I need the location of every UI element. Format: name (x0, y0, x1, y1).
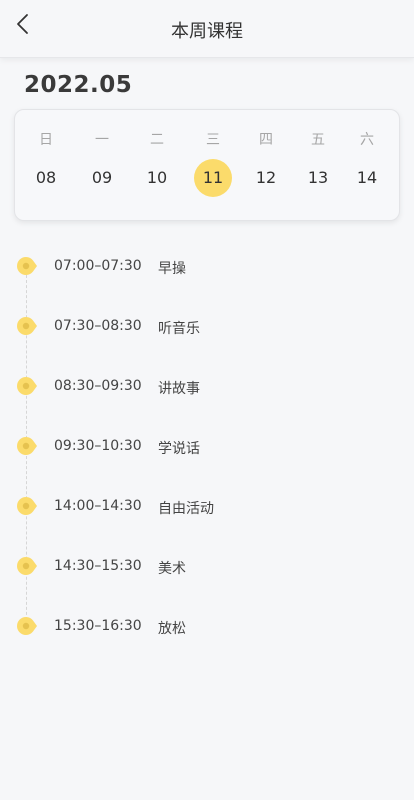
calendar-day-tue[interactable]: 二 10 (132, 110, 182, 220)
schedule-name: 放松 (158, 621, 186, 637)
location-pin-icon (17, 317, 37, 335)
schedule-item[interactable]: 14:00–14:30 自由活动 (0, 491, 414, 521)
date-label: 10 (146, 168, 168, 187)
date-label: 09 (91, 168, 113, 187)
schedule-item[interactable]: 09:30–10:30 学说话 (0, 431, 414, 461)
weekday-label: 三 (206, 132, 220, 148)
schedule-item[interactable]: 14:30–15:30 美术 (0, 551, 414, 581)
location-pin-icon (17, 437, 37, 455)
schedule-name: 早操 (158, 261, 186, 277)
schedule-name: 美术 (158, 561, 186, 577)
nav-bar: 本周课程 (0, 0, 414, 58)
calendar-day-sun[interactable]: 日 08 (21, 110, 71, 220)
calendar-day-sat[interactable]: 六 14 (342, 110, 392, 220)
location-pin-icon (17, 377, 37, 395)
schedule-time: 07:00–07:30 (54, 258, 142, 274)
schedule-item[interactable]: 08:30–09:30 讲故事 (0, 371, 414, 401)
location-pin-icon (17, 257, 37, 275)
schedule-name: 自由活动 (158, 501, 214, 517)
calendar-day-thu[interactable]: 四 12 (241, 110, 291, 220)
weekday-label: 二 (150, 132, 164, 148)
date-label-selected: 11 (194, 159, 232, 197)
schedule-time: 15:30–16:30 (54, 618, 142, 634)
schedule-item[interactable]: 07:00–07:30 早操 (0, 251, 414, 281)
schedule-time: 14:00–14:30 (54, 498, 142, 514)
location-pin-icon (17, 557, 37, 575)
weekday-label: 五 (311, 132, 325, 148)
schedule-name: 听音乐 (158, 321, 200, 337)
schedule-time: 07:30–08:30 (54, 318, 142, 334)
schedule-time: 08:30–09:30 (54, 378, 142, 394)
weekday-label: 四 (259, 132, 273, 148)
weekday-label: 日 (39, 132, 53, 148)
location-pin-icon (17, 617, 37, 635)
date-label: 08 (35, 168, 57, 187)
calendar-day-mon[interactable]: 一 09 (77, 110, 127, 220)
month-label: 2022.05 (24, 72, 133, 98)
date-label: 12 (255, 168, 277, 187)
date-label: 13 (307, 168, 329, 187)
page-title: 本周课程 (171, 21, 243, 42)
weekday-label: 六 (360, 132, 374, 148)
calendar-day-fri[interactable]: 五 13 (293, 110, 343, 220)
location-pin-icon (17, 497, 37, 515)
week-calendar: 日 08 一 09 二 10 三 11 四 12 五 13 六 14 (14, 109, 400, 221)
schedule-item[interactable]: 15:30–16:30 放松 (0, 611, 414, 641)
date-label: 14 (356, 168, 378, 187)
schedule-time: 14:30–15:30 (54, 558, 142, 574)
schedule-name: 讲故事 (158, 381, 200, 397)
calendar-day-wed[interactable]: 三 11 (188, 110, 238, 220)
schedule-time: 09:30–10:30 (54, 438, 142, 454)
schedule-name: 学说话 (158, 441, 200, 457)
weekday-label: 一 (95, 132, 109, 148)
schedule-item[interactable]: 07:30–08:30 听音乐 (0, 311, 414, 341)
